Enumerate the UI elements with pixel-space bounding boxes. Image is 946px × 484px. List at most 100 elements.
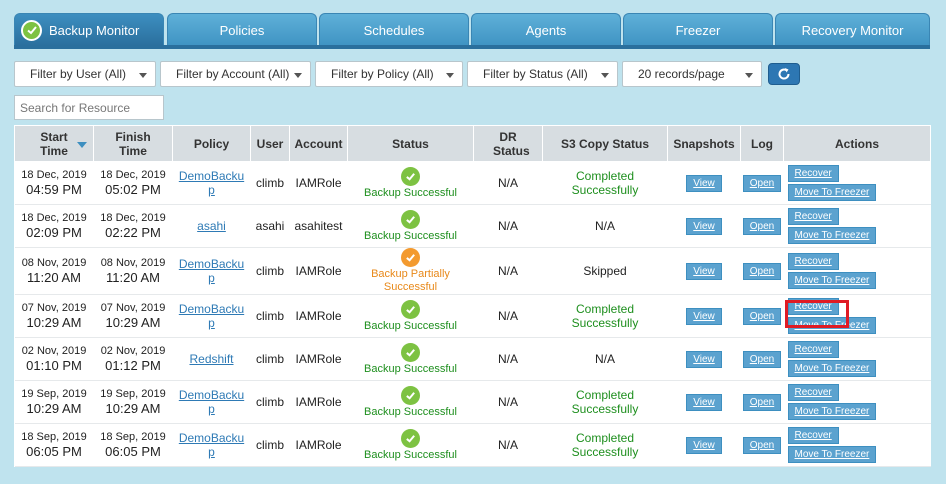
recover-button[interactable]: Recover [787, 298, 839, 315]
dr-status-cell: N/A [473, 294, 543, 338]
move-to-freezer-button[interactable]: Move To Freezer [787, 227, 877, 244]
account-cell: IAMRole [289, 161, 348, 205]
status-text: Backup Successful [364, 405, 457, 418]
filter-user-dropdown[interactable]: Filter by User (All) [14, 61, 156, 87]
move-to-freezer-button[interactable]: Move To Freezer [787, 184, 877, 201]
policy-link[interactable]: DemoBackup [177, 431, 247, 459]
tab-agents[interactable]: Agents [471, 13, 621, 46]
header-label: Log [751, 136, 773, 151]
move-to-freezer-button[interactable]: Move To Freezer [787, 446, 877, 463]
filter-account-dropdown[interactable]: Filter by Account (All) [160, 61, 311, 87]
caret-down-icon [294, 73, 302, 78]
filter-status-dropdown[interactable]: Filter by Status (All) [467, 61, 618, 87]
status-cell: Backup Successful [347, 161, 474, 205]
recover-button[interactable]: Recover [787, 253, 839, 270]
recover-button[interactable]: Recover [787, 384, 839, 401]
header-account[interactable]: Account [289, 125, 348, 162]
tab-recovery-monitor[interactable]: Recovery Monitor [775, 13, 930, 46]
policy-link[interactable]: Redshift [189, 352, 233, 366]
view-snapshots-button[interactable]: View [686, 307, 722, 325]
page-size-dropdown[interactable]: 20 records/page [622, 61, 762, 87]
recover-button[interactable]: Recover [787, 208, 839, 225]
header-label: Account [294, 136, 343, 151]
policy-cell: Redshift [172, 337, 251, 381]
status-text: Backup Successful [364, 186, 457, 199]
header-label: Status [392, 136, 429, 151]
open-log-button[interactable]: Open [742, 174, 782, 192]
recover-button[interactable]: Recover [787, 165, 839, 182]
header-status[interactable]: Status [347, 125, 474, 162]
s3-status-cell: Skipped [542, 247, 668, 295]
open-log-button[interactable]: Open [742, 217, 782, 235]
move-to-freezer-button[interactable]: Move To Freezer [787, 317, 877, 334]
tab-bar: Backup Monitor Policies Schedules Agents… [14, 13, 930, 46]
header-label: Actions [834, 136, 879, 151]
start-time: 02:09 PM [26, 225, 82, 240]
status-text: Backup Successful [364, 319, 457, 332]
finish-time: 02:22 PM [105, 225, 161, 240]
finish-time: 11:20 AM [106, 270, 160, 285]
s3-status-text: Completed Successfully [571, 169, 639, 197]
open-log-button[interactable]: Open [742, 262, 782, 280]
refresh-button[interactable] [768, 63, 800, 85]
search-input[interactable] [14, 95, 164, 120]
policy-link[interactable]: asahi [197, 219, 226, 233]
tab-backup-monitor[interactable]: Backup Monitor [14, 13, 164, 46]
account-cell: asahitest [289, 204, 348, 248]
view-snapshots-button[interactable]: View [686, 174, 722, 192]
move-to-freezer-button[interactable]: Move To Freezer [787, 360, 877, 377]
policy-link[interactable]: DemoBackup [177, 388, 247, 416]
tab-label: Agents [525, 22, 567, 38]
check-warning-icon [401, 248, 420, 267]
start-time-cell: 18 Dec, 2019 04:59 PM [14, 161, 94, 205]
filter-label: Filter by Policy (All) [331, 67, 434, 81]
view-snapshots-button[interactable]: View [686, 436, 722, 454]
dr-status-cell: N/A [473, 337, 543, 381]
header-dr-status[interactable]: DR Status [473, 125, 543, 162]
header-user[interactable]: User [250, 125, 290, 162]
log-cell: Open [740, 204, 784, 248]
policy-link[interactable]: DemoBackup [177, 169, 247, 197]
policy-link[interactable]: DemoBackup [177, 257, 247, 285]
finish-date: 18 Dec, 2019 [100, 169, 166, 181]
refresh-icon [778, 68, 790, 80]
finish-date: 08 Nov, 2019 [100, 257, 166, 269]
view-snapshots-button[interactable]: View [686, 350, 722, 368]
finish-date: 18 Dec, 2019 [100, 212, 166, 224]
status-text: Backup Successful [364, 448, 457, 461]
finish-date: 19 Sep, 2019 [100, 388, 166, 400]
open-log-button[interactable]: Open [742, 307, 782, 325]
header-s3-copy-status[interactable]: S3 Copy Status [542, 125, 668, 162]
policy-link[interactable]: DemoBackup [177, 302, 247, 330]
tab-label: Policies [219, 22, 265, 38]
recover-button[interactable]: Recover [787, 341, 839, 358]
recover-button[interactable]: Recover [787, 427, 839, 444]
s3-status-cell: Completed Successfully [542, 423, 668, 467]
view-snapshots-button[interactable]: View [686, 262, 722, 280]
tab-label: Freezer [675, 22, 721, 38]
view-snapshots-button[interactable]: View [686, 393, 722, 411]
header-start-time[interactable]: Start Time [14, 125, 94, 162]
header-label: S3 Copy Status [560, 136, 650, 151]
s3-status-text: N/A [594, 352, 615, 366]
open-log-button[interactable]: Open [742, 350, 782, 368]
s3-status-cell: N/A [542, 204, 668, 248]
actions-cell: Recover Move To Freezer [783, 294, 931, 338]
tab-freezer[interactable]: Freezer [623, 13, 773, 46]
open-log-button[interactable]: Open [742, 436, 782, 454]
start-date: 18 Dec, 2019 [21, 212, 87, 224]
tab-label: Recovery Monitor [801, 22, 904, 38]
caret-down-icon [601, 73, 609, 78]
start-date: 18 Sep, 2019 [21, 431, 87, 443]
tab-schedules[interactable]: Schedules [319, 13, 469, 46]
view-snapshots-button[interactable]: View [686, 217, 722, 235]
start-date: 08 Nov, 2019 [21, 257, 87, 269]
filter-policy-dropdown[interactable]: Filter by Policy (All) [315, 61, 463, 87]
tab-policies[interactable]: Policies [167, 13, 317, 46]
header-policy[interactable]: Policy [172, 125, 251, 162]
user-cell: climb [250, 380, 290, 424]
move-to-freezer-button[interactable]: Move To Freezer [787, 403, 877, 420]
header-finish-time[interactable]: Finish Time [93, 125, 173, 162]
move-to-freezer-button[interactable]: Move To Freezer [787, 272, 877, 289]
open-log-button[interactable]: Open [742, 393, 782, 411]
